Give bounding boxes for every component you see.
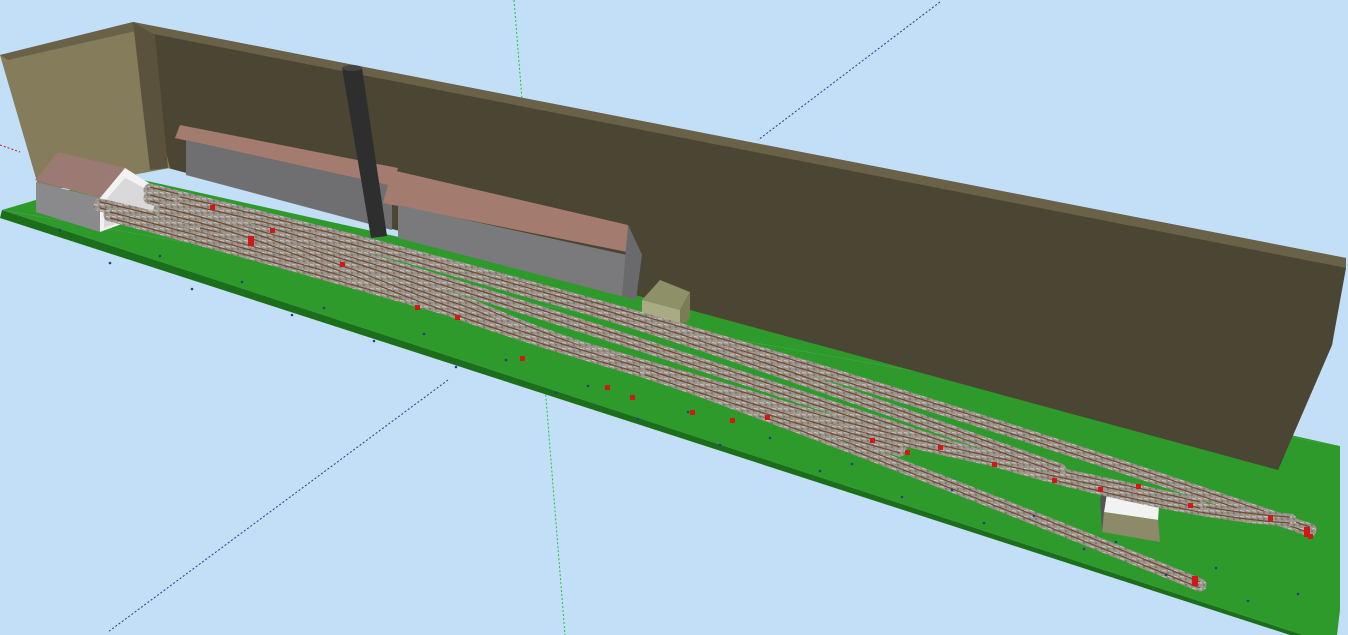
point-motor-marker[interactable] <box>730 418 735 423</box>
buffer-stop[interactable] <box>1304 527 1310 537</box>
board-dot <box>850 462 854 466</box>
board-dot <box>636 417 640 421</box>
buffer-stop[interactable] <box>1192 576 1198 586</box>
board-dot <box>290 313 294 317</box>
chimney-top <box>342 65 362 71</box>
board-dot <box>372 339 376 343</box>
point-motor-marker[interactable] <box>630 395 635 400</box>
point-motor-marker[interactable] <box>210 205 215 210</box>
board-dot <box>950 488 954 492</box>
point-motor-marker[interactable] <box>1136 484 1141 489</box>
point-motor-marker[interactable] <box>938 445 943 450</box>
board-dot <box>1082 547 1086 551</box>
point-motor-marker[interactable] <box>415 305 420 310</box>
point-motor-marker[interactable] <box>520 356 525 361</box>
point-motor-marker[interactable] <box>605 385 610 390</box>
board-dot <box>108 261 112 265</box>
point-motor-marker[interactable] <box>1188 503 1193 508</box>
point-motor-marker[interactable] <box>905 450 910 455</box>
buffer-stop[interactable] <box>248 236 254 246</box>
point-motor-marker[interactable] <box>690 410 695 415</box>
point-motor-marker[interactable] <box>870 438 875 443</box>
board-dot <box>718 443 722 447</box>
point-motor-marker[interactable] <box>992 462 997 467</box>
board-dot <box>454 365 458 369</box>
board-dot <box>818 469 822 473</box>
board-dot <box>586 384 590 388</box>
board-dot <box>1246 599 1250 603</box>
board-dot <box>58 228 62 232</box>
3d-viewport[interactable] <box>0 0 1348 635</box>
point-motor-marker[interactable] <box>340 262 345 267</box>
board-dot <box>1032 514 1036 518</box>
board-dot <box>1164 573 1168 577</box>
point-motor-marker[interactable] <box>1098 487 1103 492</box>
board-dot <box>554 391 558 395</box>
board-dot <box>422 332 426 336</box>
point-motor-marker[interactable] <box>270 228 275 233</box>
board-dot <box>158 254 162 258</box>
point-motor-marker[interactable] <box>765 415 770 420</box>
model-railway-scene[interactable] <box>0 0 1348 635</box>
point-motor-marker[interactable] <box>1268 516 1273 521</box>
board-dot <box>1214 566 1218 570</box>
board-dot <box>504 358 508 362</box>
board-dot <box>982 521 986 525</box>
board-dot <box>240 280 244 284</box>
board-dot <box>900 495 904 499</box>
board-dot <box>1296 592 1300 596</box>
point-motor-marker[interactable] <box>1052 478 1057 483</box>
board-dot <box>686 410 690 414</box>
board-dot <box>190 287 194 291</box>
board-dot <box>1114 540 1118 544</box>
board-dot <box>768 436 772 440</box>
point-motor-marker[interactable] <box>455 315 460 320</box>
board-dot <box>322 306 326 310</box>
